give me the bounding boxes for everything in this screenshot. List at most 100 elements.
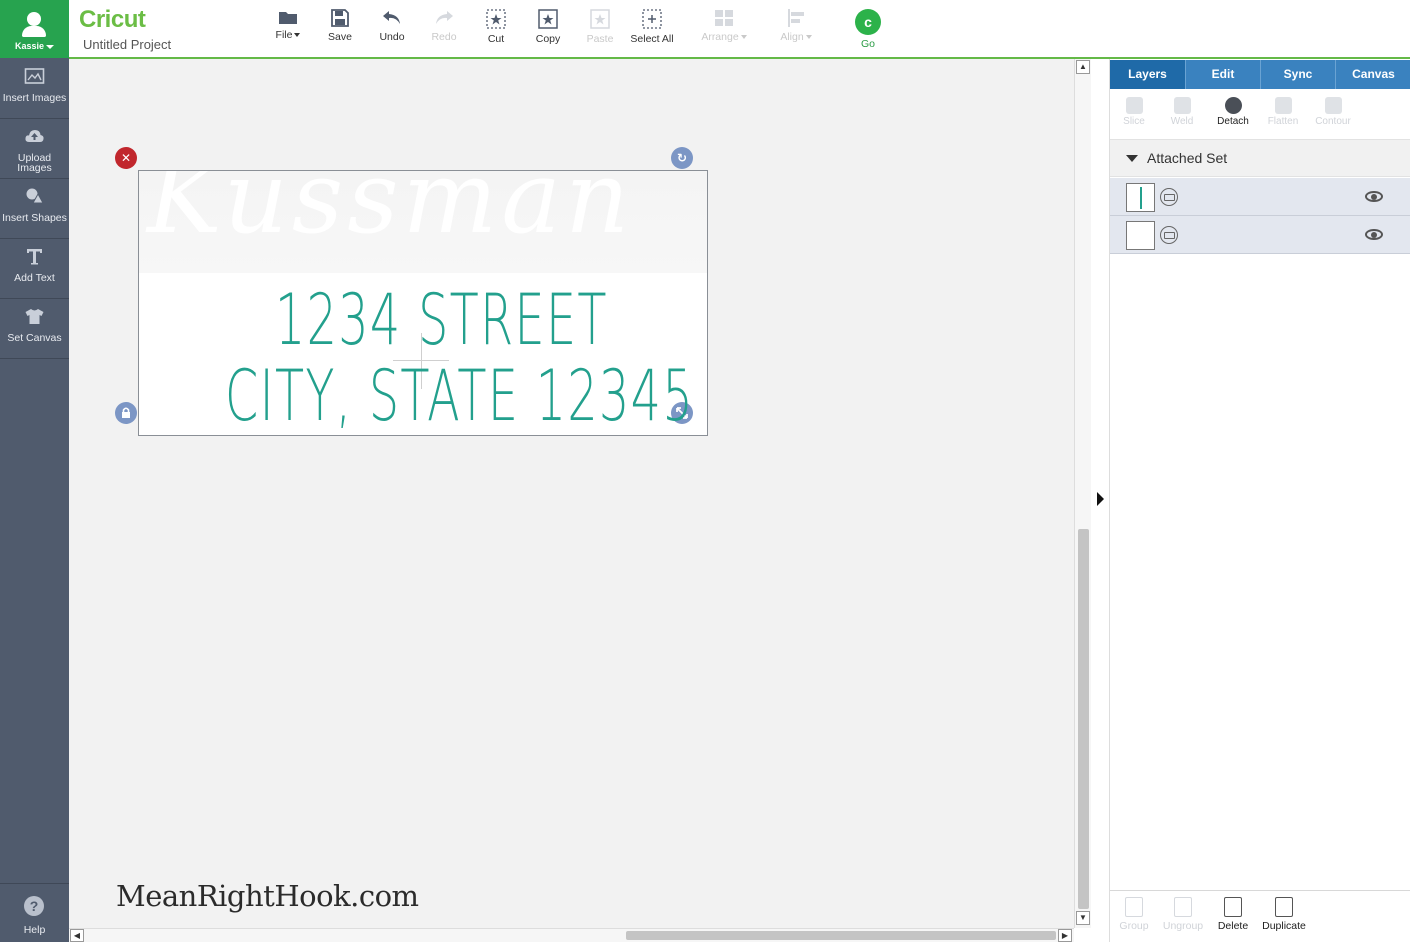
select-all-label: Select All [630,33,674,45]
align-menu-button[interactable]: Align [766,6,826,52]
close-icon: ✕ [120,151,132,165]
align-icon [788,9,804,27]
layer-row[interactable] [1110,178,1410,216]
tab-edit[interactable]: Edit [1185,60,1260,89]
arrange-label: Arrange [701,31,739,43]
print-icon[interactable] [1160,226,1178,244]
delete-handle[interactable]: ✕ [115,147,137,169]
weld-icon [1173,97,1191,114]
group-label: Group [1119,920,1149,932]
ungroup-label: Ungroup [1162,920,1204,932]
vertical-scroll-thumb[interactable] [1078,529,1089,909]
paste-label: Paste [586,33,614,45]
tab-canvas[interactable]: Canvas [1335,60,1410,89]
eye-icon[interactable] [1365,229,1383,240]
duplicate-button[interactable]: Duplicate [1260,897,1308,932]
layer-thumbnail [1126,183,1155,212]
contour-button[interactable]: Contour [1309,97,1357,127]
tab-sync[interactable]: Sync [1260,60,1335,89]
group-icon [1125,897,1143,917]
sidebar-item-insert-images[interactable]: Insert Images [0,59,69,119]
lock-handle[interactable] [115,402,137,424]
sidebar-item-insert-shapes[interactable]: Insert Shapes [0,179,69,239]
vertical-scrollbar[interactable]: ▲ ▼ [1074,59,1091,928]
undo-icon [383,11,400,24]
select-all-icon [642,9,662,29]
horizontal-scroll-thumb[interactable] [626,931,1056,940]
print-icon[interactable] [1160,188,1178,206]
ghost-script-text[interactable]: Kussman [147,171,633,256]
lock-icon [122,407,130,418]
layers-panel: Layers Edit Sync Canvas Slice Weld Detac… [1109,59,1410,942]
scroll-left-button[interactable]: ◀ [70,929,84,942]
redo-label: Redo [431,31,457,43]
undo-label: Undo [379,31,405,43]
go-icon: c [855,9,881,35]
project-title[interactable]: Untitled Project [83,37,171,52]
address-line-1[interactable]: 1234 STREET [275,279,608,361]
go-label: Go [860,38,875,50]
paste-button[interactable]: Paste [570,6,630,52]
attached-set-group[interactable]: Attached Set [1110,139,1410,177]
copy-button[interactable]: Copy [518,6,578,52]
duplicate-icon [1275,897,1293,917]
rotate-handle[interactable]: ↻ [671,147,693,169]
go-button[interactable]: c Go [838,6,898,52]
folder-icon [279,12,297,24]
sidebar-item-label: Insert Images [2,92,67,104]
sidebar-item-add-text[interactable]: Add Text [0,239,69,299]
file-label: File [275,29,293,41]
tab-layers[interactable]: Layers [1110,60,1185,89]
design-canvas[interactable]: Kussman 1234 STREET CITY, STATE 12345 ✕ … [69,59,1074,928]
align-label: Align [780,31,804,43]
detach-button[interactable]: Detach [1209,97,1257,127]
help-button[interactable]: ? Help [0,883,69,942]
top-toolbar: Cricut Untitled Project File Save Undo R… [69,0,1410,59]
save-icon [331,9,349,27]
user-name: Kassie [14,41,45,51]
contour-label: Contour [1315,116,1351,127]
scroll-right-button[interactable]: ▶ [1058,929,1072,942]
delete-button[interactable]: Delete [1209,897,1257,932]
undo-button[interactable]: Undo [362,6,422,52]
layer-row[interactable] [1110,216,1410,254]
weld-button[interactable]: Weld [1158,97,1206,127]
cricut-design-space: Kassie Insert Images Upload Images Inser… [0,0,1410,942]
expand-triangle-icon[interactable] [1126,155,1138,162]
group-button[interactable]: Group [1110,897,1158,932]
save-button[interactable]: Save [310,6,370,52]
sidebar-item-set-canvas[interactable]: Set Canvas [0,299,69,359]
flatten-button[interactable]: Flatten [1259,97,1307,127]
ungroup-button[interactable]: Ungroup [1159,897,1207,932]
shapes-icon [26,188,44,204]
left-sidebar: Kassie Insert Images Upload Images Inser… [0,0,69,942]
user-icon-body [22,26,46,37]
redo-button[interactable]: Redo [414,6,474,52]
paste-icon [590,9,610,29]
selected-attached-set[interactable]: Kussman 1234 STREET CITY, STATE 12345 [138,170,708,436]
panel-tabs: Layers Edit Sync Canvas [1110,60,1410,89]
address-line-2[interactable]: CITY, STATE 12345 [225,355,694,435]
select-all-button[interactable]: Select All [622,6,682,52]
help-label: Help [23,924,46,936]
horizontal-scrollbar[interactable]: ◀ ▶ [69,928,1074,942]
file-menu-button[interactable]: File [258,6,318,52]
sidebar-item-label: Upload Images [17,152,52,174]
layer-thumbnail [1126,221,1155,250]
image-icon [24,68,45,84]
cloud-upload-icon [25,130,44,142]
arrange-menu-button[interactable]: Arrange [694,6,754,52]
flatten-icon [1274,97,1292,114]
group-title: Attached Set [1147,150,1228,166]
sidebar-item-upload-images[interactable]: Upload Images [0,119,69,179]
scroll-down-button[interactable]: ▼ [1076,911,1090,925]
cut-button[interactable]: Cut [466,6,526,52]
copy-label: Copy [535,33,561,45]
collapse-panel-arrow-icon[interactable] [1097,492,1104,506]
eye-icon[interactable] [1365,191,1383,202]
duplicate-label: Duplicate [1262,920,1306,932]
rotate-icon: ↻ [676,151,688,165]
user-menu-button[interactable]: Kassie [0,0,69,58]
slice-button[interactable]: Slice [1110,97,1158,127]
scroll-up-button[interactable]: ▲ [1076,60,1090,74]
